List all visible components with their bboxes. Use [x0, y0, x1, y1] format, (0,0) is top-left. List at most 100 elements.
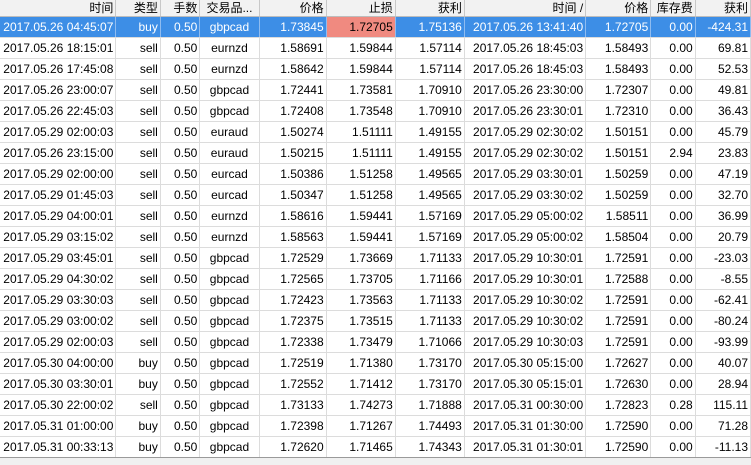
cell-swap: 0.00	[651, 332, 696, 352]
cell-open-time: 2017.05.30 04:00:00	[0, 353, 117, 373]
cell-swap: 0.00	[651, 80, 696, 100]
table-row[interactable]: 2017.05.26 23:00:07 sell 0.50 gbpcad 1.72441…	[0, 80, 751, 101]
cell-type: sell	[116, 143, 161, 163]
table-row[interactable]: 2017.05.26 23:15:00 sell 0.50 euraud 1.50215…	[0, 143, 751, 164]
column-header-lots[interactable]: 手数	[161, 0, 201, 16]
table-row[interactable]: 2017.05.29 03:00:02 sell 0.50 gbpcad 1.72375…	[0, 311, 751, 332]
column-header-profit[interactable]: 获利	[696, 0, 751, 16]
column-header-open-price[interactable]: 价格	[260, 0, 327, 16]
cell-take-profit: 1.57169	[396, 227, 465, 247]
cell-stop-loss: 1.72705	[326, 17, 396, 37]
table-row[interactable]: 2017.05.29 02:00:03 sell 0.50 euraud 1.50274…	[0, 122, 751, 143]
cell-swap: 2.94	[651, 143, 696, 163]
cell-take-profit: 1.57114	[396, 59, 465, 79]
table-row[interactable]: 2017.05.30 04:00:00 buy 0.50 gbpcad 1.72519 1…	[0, 353, 751, 374]
table-row[interactable]: 2017.05.31 01:00:00 buy 0.50 gbpcad 1.72398 1…	[0, 416, 751, 437]
table-row[interactable]: 2017.05.26 04:45:07 buy 0.50 gbpcad 1.73845 1…	[0, 17, 751, 38]
cell-symbol: gbpcad	[200, 101, 260, 121]
cell-profit: 45.79	[696, 122, 751, 142]
cell-stop-loss: 1.71267	[327, 416, 396, 436]
cell-type: sell	[116, 311, 161, 331]
table-row[interactable]: 2017.05.29 01:45:03 sell 0.50 eurcad 1.50347…	[0, 185, 751, 206]
cell-swap: 0.00	[651, 353, 696, 373]
cell-close-price: 1.72591	[586, 248, 652, 268]
trade-history-table: 时间 类型 手数 交易品... 价格 止损 获利 时间 / 价格 库存费 获利 2017.05.26…	[0, 0, 751, 458]
cell-close-time: 2017.05.29 05:00:02	[465, 206, 587, 226]
column-header-type[interactable]: 类型	[116, 0, 161, 16]
cell-stop-loss: 1.73705	[327, 269, 396, 289]
cell-close-price: 1.72630	[586, 374, 652, 394]
table-row[interactable]: 2017.05.29 04:00:01 sell 0.50 eurnzd 1.58616…	[0, 206, 751, 227]
cell-open-time: 2017.05.29 01:45:03	[0, 185, 117, 205]
cell-take-profit: 1.49155	[396, 143, 465, 163]
column-header-swap[interactable]: 库存费	[651, 0, 696, 16]
cell-close-time: 2017.05.29 02:30:02	[465, 122, 587, 142]
cell-close-price: 1.58493	[586, 59, 652, 79]
cell-close-price: 1.50259	[586, 185, 652, 205]
cell-profit: 32.70	[696, 185, 751, 205]
cell-take-profit: 1.70910	[396, 80, 465, 100]
cell-close-price: 1.72310	[586, 101, 652, 121]
table-row[interactable]: 2017.05.26 18:15:01 sell 0.50 eurnzd 1.58691…	[0, 38, 751, 59]
cell-symbol: gbpcad	[200, 269, 260, 289]
column-header-close-time[interactable]: 时间 /	[465, 0, 587, 16]
table-row[interactable]: 2017.05.29 03:30:03 sell 0.50 gbpcad 1.72423…	[0, 290, 751, 311]
column-header-take-profit[interactable]: 获利	[396, 0, 465, 16]
cell-symbol: gbpcad	[200, 374, 260, 394]
table-row[interactable]: 2017.05.29 03:15:02 sell 0.50 eurnzd 1.58563…	[0, 227, 751, 248]
table-row[interactable]: 2017.05.29 02:00:03 sell 0.50 gbpcad 1.72338…	[0, 332, 751, 353]
cell-open-time: 2017.05.29 03:30:03	[0, 290, 117, 310]
cell-open-price: 1.73845	[260, 17, 327, 37]
cell-type: buy	[116, 416, 161, 436]
cell-close-time: 2017.05.29 03:30:02	[465, 185, 587, 205]
table-row[interactable]: 2017.05.29 03:45:01 sell 0.50 gbpcad 1.72529…	[0, 248, 751, 269]
cell-profit: 20.79	[696, 227, 751, 247]
cell-close-price: 1.58493	[586, 38, 652, 58]
cell-stop-loss: 1.59844	[327, 38, 396, 58]
cell-close-time: 2017.05.30 05:15:01	[465, 374, 587, 394]
table-row[interactable]: 2017.05.26 17:45:08 sell 0.50 eurnzd 1.58642…	[0, 59, 751, 80]
cell-swap: 0.00	[651, 17, 696, 37]
cell-profit: 23.83	[696, 143, 751, 163]
cell-lots: 0.50	[161, 59, 201, 79]
cell-lots: 0.50	[161, 38, 201, 58]
cell-take-profit: 1.57169	[396, 206, 465, 226]
column-header-symbol[interactable]: 交易品...	[200, 0, 260, 16]
table-row[interactable]: 2017.05.29 04:30:02 sell 0.50 gbpcad 1.72565…	[0, 269, 751, 290]
cell-type: sell	[116, 227, 161, 247]
cell-open-price: 1.58691	[260, 38, 327, 58]
cell-open-time: 2017.05.29 03:15:02	[0, 227, 117, 247]
cell-open-time: 2017.05.26 22:45:03	[0, 101, 117, 121]
cell-stop-loss: 1.71465	[327, 437, 396, 457]
cell-symbol: gbpcad	[200, 290, 260, 310]
table-row[interactable]: 2017.05.26 22:45:03 sell 0.50 gbpcad 1.72408…	[0, 101, 751, 122]
cell-lots: 0.50	[161, 206, 201, 226]
cell-profit: -11.13	[696, 437, 751, 457]
cell-take-profit: 1.73170	[396, 353, 465, 373]
cell-take-profit: 1.49155	[396, 122, 465, 142]
cell-close-time: 2017.05.31 00:30:00	[465, 395, 587, 415]
cell-stop-loss: 1.51111	[327, 143, 396, 163]
column-header-stop-loss[interactable]: 止损	[327, 0, 396, 16]
cell-close-time: 2017.05.29 05:00:02	[465, 227, 587, 247]
cell-open-price: 1.72441	[260, 80, 327, 100]
cell-close-price: 1.72705	[586, 17, 652, 37]
cell-symbol: eurnzd	[200, 38, 260, 58]
cell-lots: 0.50	[161, 248, 201, 268]
cell-swap: 0.00	[651, 311, 696, 331]
cell-lots: 0.50	[161, 374, 201, 394]
table-row[interactable]: 2017.05.30 22:00:02 sell 0.50 gbpcad 1.73133…	[0, 395, 751, 416]
cell-stop-loss: 1.59844	[327, 59, 396, 79]
cell-lots: 0.50	[161, 80, 201, 100]
column-header-close-price[interactable]: 价格	[586, 0, 652, 16]
cell-profit: 36.43	[696, 101, 751, 121]
table-row[interactable]: 2017.05.30 03:30:01 buy 0.50 gbpcad 1.72552 1…	[0, 374, 751, 395]
table-row[interactable]: 2017.05.31 00:33:13 buy 0.50 gbpcad 1.72620 1…	[0, 437, 751, 458]
cell-close-time: 2017.05.29 10:30:01	[465, 269, 587, 289]
cell-type: sell	[116, 80, 161, 100]
column-header-open-time[interactable]: 时间	[0, 0, 117, 16]
cell-swap: 0.00	[651, 437, 696, 457]
cell-take-profit: 1.71066	[396, 332, 465, 352]
cell-lots: 0.50	[161, 164, 201, 184]
table-row[interactable]: 2017.05.29 02:00:00 sell 0.50 eurcad 1.50386…	[0, 164, 751, 185]
